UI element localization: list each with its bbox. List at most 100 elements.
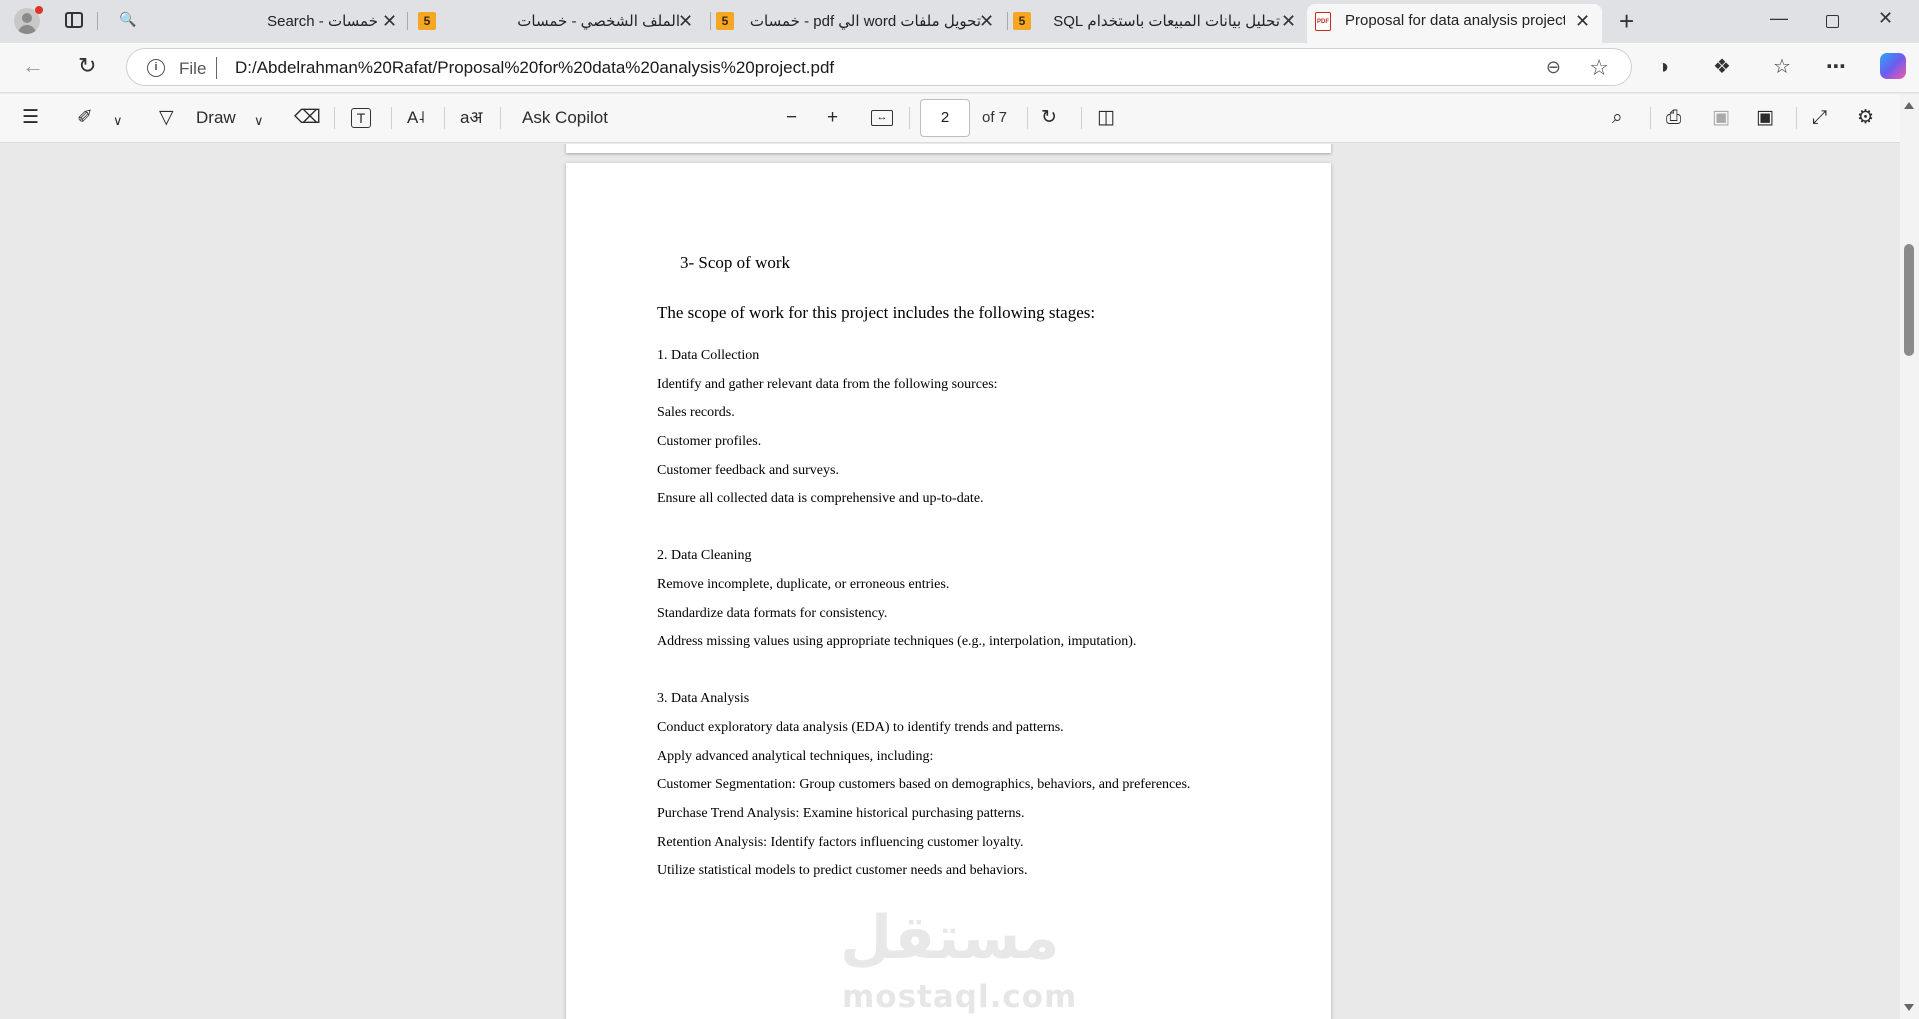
eraser-icon[interactable]: ⌫: [294, 106, 321, 130]
vertical-scrollbar[interactable]: [1900, 94, 1919, 1019]
zoom-out-icon[interactable]: ⊖: [1546, 57, 1561, 78]
toolbar-separator: [1650, 107, 1651, 129]
close-tab-icon[interactable]: ✕: [678, 10, 693, 32]
more-menu-icon[interactable]: ⋯: [1826, 55, 1846, 79]
zoom-out-icon[interactable]: −: [786, 106, 797, 130]
close-tab-icon[interactable]: ✕: [979, 10, 994, 32]
rotate-icon[interactable]: ↻: [1041, 106, 1057, 130]
back-arrow-icon[interactable]: ←: [22, 54, 44, 78]
notification-dot: [35, 6, 43, 14]
doc-line: Customer feedback and surveys.: [657, 463, 839, 478]
contents-list-icon[interactable]: ☰: [22, 106, 39, 130]
doc-line: Customer profiles.: [657, 434, 762, 449]
scroll-down-arrow-icon[interactable]: [1904, 1004, 1914, 1011]
refresh-icon[interactable]: ↻: [78, 54, 96, 78]
tab-pdf-active[interactable]: PDF Proposal for data analysis project ✕: [1307, 4, 1602, 43]
close-tab-icon[interactable]: ✕: [1575, 10, 1590, 32]
tab-title: Proposal for data analysis project: [1345, 12, 1565, 29]
tab-separator: [407, 12, 408, 30]
section-heading: 3- Scop of work: [680, 253, 791, 272]
new-tab-icon[interactable]: +: [1619, 8, 1634, 34]
mostaql-favicon: 5: [716, 12, 734, 30]
close-tab-icon[interactable]: ✕: [1281, 10, 1296, 32]
doc-line: 2. Data Cleaning: [657, 548, 752, 563]
chevron-down-icon[interactable]: ∨: [113, 109, 123, 133]
highlight-icon[interactable]: ✐: [77, 106, 93, 130]
close-tab-icon[interactable]: ✕: [382, 10, 397, 32]
pdf-viewer[interactable]: 3- Scop of work The scope of work for th…: [0, 144, 1900, 1019]
doc-line: 3. Data Analysis: [657, 691, 750, 706]
tab-separator: [710, 12, 711, 30]
extension-icon[interactable]: ◑: [1657, 55, 1669, 79]
zoom-in-icon[interactable]: +: [827, 106, 838, 130]
doc-line: Ensure all collected data is comprehensi…: [657, 491, 984, 506]
fit-width-icon[interactable]: ↔: [871, 110, 893, 126]
page-number-input[interactable]: 2: [920, 99, 970, 137]
minimize-icon[interactable]: —: [1770, 8, 1788, 29]
toolbar-separator: [1027, 107, 1028, 129]
doc-line: Apply advanced analytical techniques, in…: [657, 749, 934, 764]
intro-paragraph: The scope of work for this project inclu…: [657, 303, 1096, 322]
scrollbar-thumb[interactable]: [1904, 244, 1914, 356]
watermark-logo-arabic: مستقل: [840, 903, 1060, 973]
tab-title: الملف الشخصي - خمسات: [517, 13, 680, 30]
previous-page: [566, 144, 1331, 153]
toolbar-separator: [391, 107, 392, 129]
text-box-icon[interactable]: T: [351, 108, 371, 128]
address-divider: [216, 57, 217, 79]
doc-line: Remove incomplete, duplicate, or erroneo…: [657, 577, 950, 592]
favorite-star-icon[interactable]: ☆: [1589, 55, 1609, 81]
doc-line: Identify and gather relevant data from t…: [657, 377, 998, 392]
pdf-page: 3- Scop of work The scope of work for th…: [566, 163, 1331, 1019]
settings-gear-icon[interactable]: ⚙: [1857, 106, 1874, 130]
close-window-icon[interactable]: ✕: [1878, 8, 1893, 29]
page-total: of 7: [982, 109, 1008, 126]
translate-icon[interactable]: aअ: [460, 106, 482, 130]
save-icon: ▣: [1712, 107, 1730, 128]
toolbar-separator: [909, 107, 910, 129]
toolbar-separator: [334, 107, 335, 129]
workspaces-icon[interactable]: [65, 12, 83, 28]
tab-title: خمسات - Search: [268, 13, 378, 30]
extensions-puzzle-icon[interactable]: ❖: [1713, 55, 1731, 79]
watermark-logo-latin: mostaql.com: [842, 979, 1078, 1015]
fullscreen-icon[interactable]: ⤢: [1812, 106, 1827, 130]
scroll-up-arrow-icon[interactable]: [1904, 102, 1914, 109]
tab-title: تحويل ملفات word الي pdf - خمسات: [749, 13, 981, 30]
address-bar[interactable]: i File D:/Abdelrahman%20Rafat/Proposal%2…: [126, 48, 1632, 86]
tab-sql-analysis[interactable]: 5 تحليل بيانات المبيعات باستخدام SQL ✕: [1010, 0, 1305, 43]
search-icon[interactable]: ⌕: [1612, 106, 1623, 130]
toolbar-separator: [500, 107, 501, 129]
page-view-icon[interactable]: ◫: [1097, 106, 1115, 130]
tab-title: تحليل بيانات المبيعات باستخدام SQL: [1053, 13, 1280, 30]
mostaql-favicon: 5: [1013, 12, 1031, 30]
save-as-icon[interactable]: ▣: [1756, 106, 1774, 130]
doc-line: 1. Data Collection: [657, 348, 760, 363]
scheme-label: File: [179, 59, 207, 78]
restore-icon[interactable]: [1826, 15, 1839, 28]
favorites-icon[interactable]: ☆: [1773, 55, 1791, 79]
pdf-icon: PDF: [1315, 12, 1331, 31]
print-icon[interactable]: ⎙: [1666, 106, 1681, 130]
search-icon: 🔍: [119, 11, 137, 27]
mostaql-favicon: 5: [418, 12, 436, 30]
read-aloud-icon[interactable]: A˨: [407, 106, 425, 130]
ask-copilot-button[interactable]: Ask Copilot: [522, 108, 608, 128]
pdf-toolbar: ☰ ✐ ∨ ▽ Draw ∨ ⌫ T A˨ aअ Ask Copilot − +…: [0, 94, 1919, 143]
tab-word-to-pdf[interactable]: 5 تحويل ملفات word الي pdf - خمسات ✕: [713, 0, 1008, 43]
draw-label[interactable]: Draw: [196, 108, 236, 128]
copilot-icon[interactable]: [1880, 53, 1906, 79]
toolbar-separator: [444, 107, 445, 129]
toolbar-separator: [1796, 107, 1797, 129]
tab-search[interactable]: 🔍 خمسات - Search ✕: [105, 0, 405, 43]
tab-profile[interactable]: 5 الملف الشخصي - خمسات ✕: [410, 0, 710, 43]
info-icon[interactable]: i: [147, 59, 165, 77]
doc-line: Sales records.: [657, 405, 735, 420]
doc-line: Address missing values using appropriate…: [657, 634, 1137, 649]
doc-line: Standardize data formats for consistency…: [657, 606, 888, 621]
draw-icon[interactable]: ▽: [159, 106, 174, 130]
url-text[interactable]: D:/Abdelrahman%20Rafat/Proposal%20for%20…: [235, 58, 834, 78]
toolbar-separator: [1081, 107, 1082, 129]
chevron-down-icon[interactable]: ∨: [254, 109, 264, 133]
doc-line: Conduct exploratory data analysis (EDA) …: [657, 720, 1064, 735]
